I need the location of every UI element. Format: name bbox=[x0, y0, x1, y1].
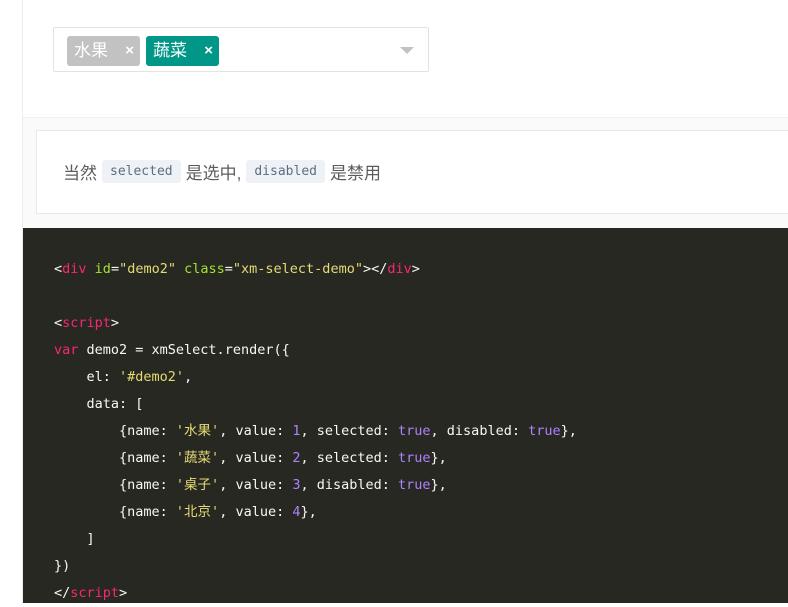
code-token: script bbox=[62, 315, 111, 331]
code-line: var demo2 = xmSelect.render({ bbox=[54, 337, 577, 364]
code-line: <div id="demo2" class="xm-select-demo"><… bbox=[54, 256, 577, 283]
code-token: '蔬菜' bbox=[175, 450, 220, 466]
code-token: {name: bbox=[54, 504, 176, 520]
code-token: </ bbox=[54, 585, 71, 601]
code-token: , disabled: bbox=[430, 423, 529, 439]
code-token: div bbox=[387, 261, 412, 277]
code-token: , value: bbox=[219, 504, 293, 520]
code-token: , selected: bbox=[300, 423, 399, 439]
code-token: }, bbox=[430, 477, 447, 493]
code-token: > bbox=[411, 261, 420, 277]
multi-select[interactable]: 水果 × 蔬菜 × bbox=[53, 27, 429, 72]
inline-code: selected bbox=[102, 160, 181, 183]
code-line: {name: '蔬菜', value: 2, selected: true}, bbox=[54, 445, 577, 472]
close-icon: × bbox=[125, 42, 134, 59]
code-token: data: [ bbox=[54, 396, 144, 412]
code-token: = bbox=[224, 261, 233, 277]
code-token: true bbox=[398, 423, 431, 439]
code-token: el: bbox=[54, 369, 120, 385]
code-token: }, bbox=[430, 450, 447, 466]
code-line: }) bbox=[54, 553, 577, 580]
code-line: ] bbox=[54, 526, 577, 553]
code-token: var bbox=[54, 342, 79, 358]
note-text-part: 当然 bbox=[63, 164, 97, 183]
left-gutter bbox=[0, 0, 23, 603]
code-token: , selected: bbox=[300, 450, 399, 466]
code-block: <div id="demo2" class="xm-select-demo"><… bbox=[23, 228, 788, 603]
code-token: }, bbox=[560, 423, 577, 439]
code-token: true bbox=[398, 477, 431, 493]
tag-label: 蔬菜 bbox=[153, 41, 187, 60]
code-token: }, bbox=[300, 504, 317, 520]
code-token: true bbox=[528, 423, 561, 439]
code-line: {name: '桌子', value: 3, disabled: true}, bbox=[54, 472, 577, 499]
code-token: ] bbox=[54, 531, 95, 547]
code-line: {name: '水果', value: 1, selected: true, d… bbox=[54, 418, 577, 445]
code-token: {name: bbox=[54, 477, 176, 493]
code-content: <div id="demo2" class="xm-select-demo"><… bbox=[54, 256, 577, 607]
note-card: 当然 selected 是选中, disabled 是禁用 bbox=[36, 130, 788, 214]
selected-tag: 蔬菜 × bbox=[146, 36, 219, 66]
code-token: > bbox=[119, 585, 128, 601]
code-line: <script> bbox=[54, 310, 577, 337]
code-token: {name: bbox=[54, 423, 176, 439]
code-token: ></ bbox=[362, 261, 388, 277]
code-token: }) bbox=[54, 558, 71, 574]
code-token: class bbox=[184, 261, 225, 277]
code-token: id bbox=[94, 261, 111, 277]
code-token: '#demo2' bbox=[119, 369, 185, 385]
code-token: "xm-select-demo" bbox=[232, 261, 363, 277]
code-line: data: [ bbox=[54, 391, 577, 418]
code-token: '桌子' bbox=[175, 477, 220, 493]
code-token: div bbox=[62, 261, 87, 277]
code-token: , value: bbox=[219, 477, 293, 493]
code-line: {name: '北京', value: 4}, bbox=[54, 499, 577, 526]
tag-label: 水果 bbox=[74, 41, 108, 60]
inline-code: disabled bbox=[246, 160, 325, 183]
code-token: = bbox=[110, 261, 120, 277]
chevron-down-icon[interactable] bbox=[400, 47, 414, 54]
selected-tag-disabled: 水果 × bbox=[67, 36, 140, 66]
code-token: script bbox=[70, 585, 120, 601]
note-text-part: 是禁用 bbox=[329, 164, 381, 183]
code-token: true bbox=[398, 450, 431, 466]
code-token: , value: bbox=[219, 450, 293, 466]
note-text-part: 是选中, bbox=[185, 164, 242, 183]
code-token: > bbox=[110, 315, 120, 331]
code-token: < bbox=[54, 315, 63, 331]
code-token: , value: bbox=[219, 423, 293, 439]
code-token: '水果' bbox=[175, 423, 220, 439]
code-token: , bbox=[184, 369, 193, 385]
code-line: el: '#demo2', bbox=[54, 364, 577, 391]
code-token: {name: bbox=[54, 450, 176, 466]
code-token: , disabled: bbox=[300, 477, 399, 493]
close-icon[interactable]: × bbox=[204, 36, 213, 66]
code-token: demo2 = xmSelect.render({ bbox=[78, 342, 290, 358]
note-text: 当然 selected 是选中, disabled 是禁用 bbox=[63, 159, 381, 184]
code-token: "demo2" bbox=[119, 261, 176, 277]
code-token: '北京' bbox=[175, 504, 220, 520]
code-token: < bbox=[54, 261, 63, 277]
